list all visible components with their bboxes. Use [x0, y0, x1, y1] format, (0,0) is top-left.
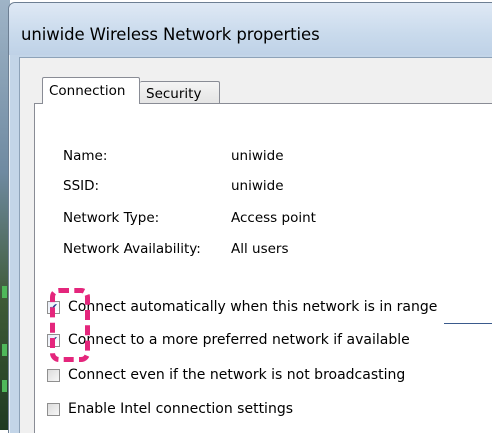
property-value: Access point	[231, 210, 316, 226]
connect-automatically-option[interactable]: ✔ Connect automatically when this networ…	[47, 299, 437, 315]
connect-preferred-option[interactable]: ✔ Connect to a more preferred network if…	[47, 332, 410, 348]
tab-security-label: Security	[146, 85, 202, 102]
connect-automatically-checkbox[interactable]: ✔	[47, 300, 60, 314]
property-value: uniwide	[231, 148, 284, 164]
property-label: Network Availability:	[63, 241, 201, 257]
tab-security[interactable]: Security	[140, 81, 220, 105]
property-label: Network Type:	[63, 210, 160, 226]
title-bar[interactable]: uniwide Wireless Network properties	[9, 3, 492, 55]
option-label: Connect to a more preferred network if a…	[68, 332, 410, 348]
connect-not-broadcasting-option[interactable]: Connect even if the network is not broad…	[47, 367, 405, 383]
option-label: Connect automatically when this network …	[68, 299, 438, 315]
property-label: Name:	[63, 148, 108, 164]
connect-preferred-checkbox[interactable]: ✔	[47, 333, 60, 347]
desktop-marker	[2, 380, 7, 392]
property-value: uniwide	[231, 178, 284, 194]
option-label: Enable Intel connection settings	[68, 401, 293, 417]
property-label: SSID:	[63, 178, 100, 194]
property-value: All users	[231, 241, 289, 257]
tab-connection-label: Connection	[49, 83, 126, 99]
connect-not-broadcasting-checkbox[interactable]	[47, 368, 60, 382]
tab-connection[interactable]: Connection	[42, 77, 140, 104]
properties-window: uniwide Wireless Network properties Conn…	[8, 2, 492, 433]
connection-tab-panel: Name: uniwide SSID: uniwide Network Type…	[34, 103, 492, 433]
option-label: Connect even if the network is not broad…	[68, 367, 406, 383]
enable-intel-settings-checkbox[interactable]	[47, 402, 60, 416]
window-title: uniwide Wireless Network properties	[21, 25, 320, 44]
desktop-marker	[2, 286, 7, 298]
annotation-underline	[444, 323, 492, 324]
desktop-marker	[2, 344, 7, 356]
enable-intel-settings-option[interactable]: Enable Intel connection settings	[47, 401, 293, 417]
